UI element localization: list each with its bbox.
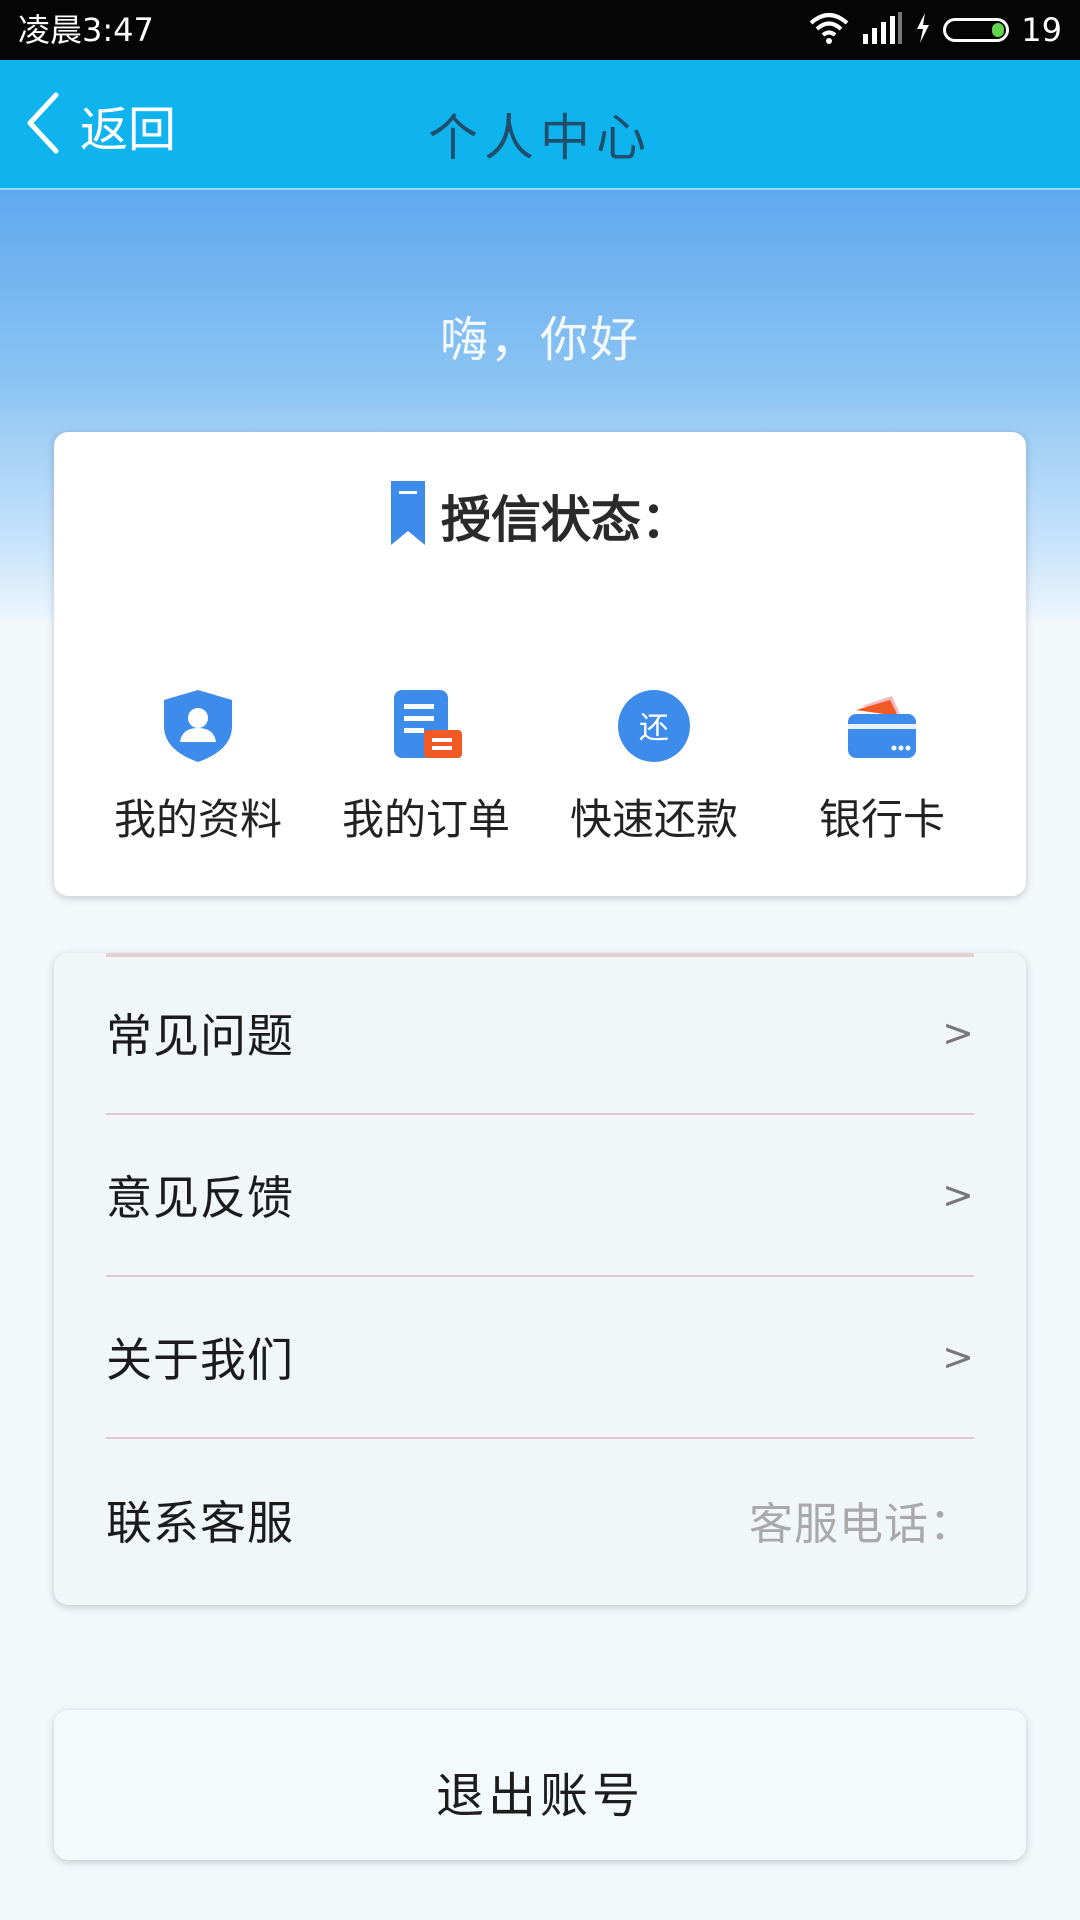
credit-status-header: 授信状态： xyxy=(54,480,1026,552)
quick-action-label: 我的资料 xyxy=(113,795,282,844)
menu-item-label: 常见问题 xyxy=(106,1009,294,1063)
status-indicators: 19 xyxy=(809,10,1062,50)
menu-card: 常见问题 > 意见反馈 > 关于我们 > 联系客服 客服电话： xyxy=(54,953,1026,1605)
menu-item-faq[interactable]: 常见问题 > xyxy=(106,953,974,1115)
menu-item-label: 意见反馈 xyxy=(106,1171,294,1225)
logout-label: 退出账号 xyxy=(435,1768,644,1824)
charging-icon xyxy=(915,13,931,47)
battery-icon xyxy=(943,18,1010,42)
repay-circle-icon: 还 xyxy=(614,686,694,766)
bank-card-icon xyxy=(842,686,922,766)
quick-action-label: 我的订单 xyxy=(341,795,510,844)
app-bar: 返回 个人中心 xyxy=(0,60,1080,190)
credit-status-card: 授信状态： 我的资料 我的订单 还 快速还款 银行卡 xyxy=(54,432,1026,896)
credit-status-label: 授信状态： xyxy=(441,491,691,549)
repay-icon-glyph: 还 xyxy=(639,711,669,746)
quick-action-label: 快速还款 xyxy=(569,795,738,844)
chevron-right-icon: > xyxy=(942,1335,974,1379)
chevron-right-icon: > xyxy=(942,1011,974,1055)
greeting-text: 嗨，你好 xyxy=(439,312,640,368)
quick-actions: 我的资料 我的订单 还 快速还款 银行卡 xyxy=(98,686,982,847)
quick-action-orders[interactable]: 我的订单 xyxy=(326,686,526,847)
page-title: 个人中心 xyxy=(428,109,652,167)
logout-button[interactable]: 退出账号 xyxy=(54,1710,1026,1860)
bookmark-icon xyxy=(389,481,427,551)
wifi-icon xyxy=(809,11,849,49)
quick-action-profile[interactable]: 我的资料 xyxy=(98,686,298,847)
menu-item-feedback[interactable]: 意见反馈 > xyxy=(106,1115,974,1277)
quick-action-bank-card[interactable]: 银行卡 xyxy=(782,686,982,847)
menu-item-about[interactable]: 关于我们 > xyxy=(106,1277,974,1439)
chevron-right-icon: > xyxy=(942,1173,974,1217)
battery-level: 19 xyxy=(1021,11,1062,49)
quick-action-repay[interactable]: 还 快速还款 xyxy=(554,686,754,847)
quick-action-label: 银行卡 xyxy=(818,795,945,844)
menu-item-label: 联系客服 xyxy=(106,1496,294,1550)
menu-item-label: 关于我们 xyxy=(106,1333,294,1387)
status-time: 凌晨3:47 xyxy=(18,11,154,49)
status-bar: 凌晨3:47 19 xyxy=(0,0,1080,60)
menu-item-contact-support[interactable]: 联系客服 客服电话： xyxy=(106,1439,974,1601)
signal-icon xyxy=(861,12,903,48)
support-phone-label: 客服电话： xyxy=(749,1499,974,1550)
order-document-icon xyxy=(386,686,466,766)
profile-shield-icon xyxy=(158,686,238,766)
